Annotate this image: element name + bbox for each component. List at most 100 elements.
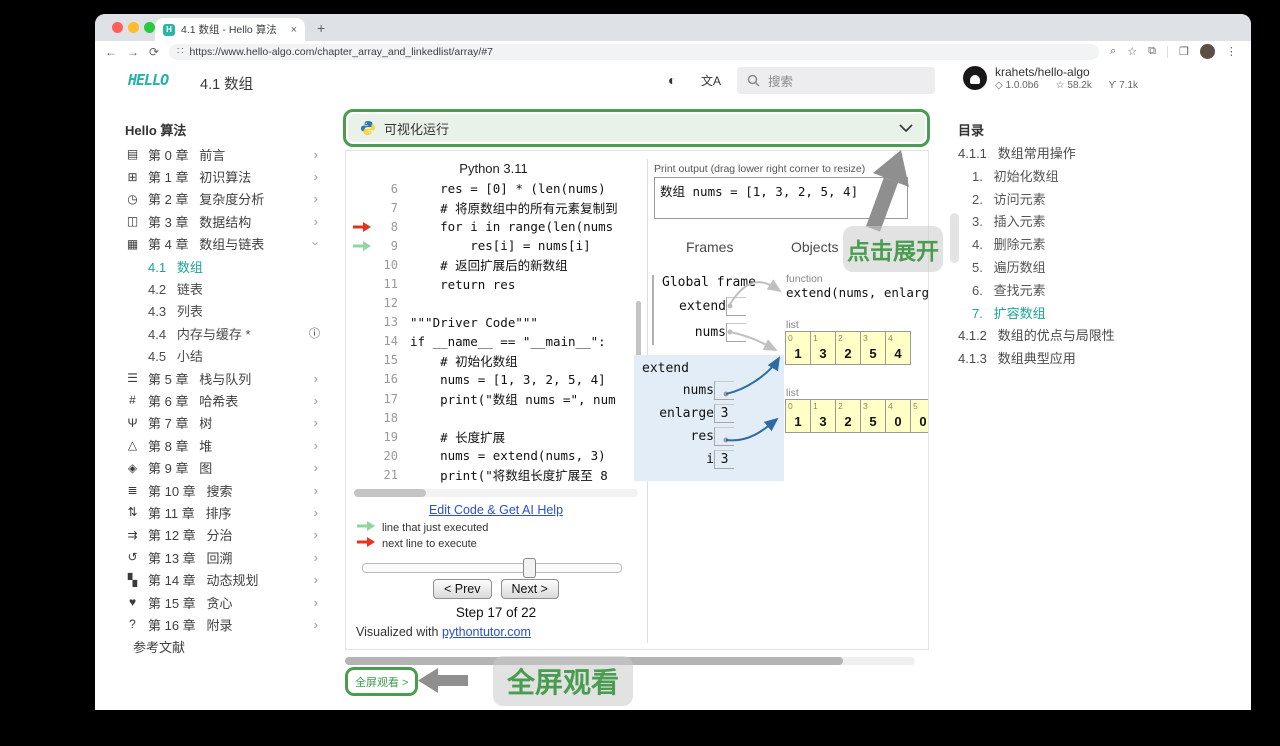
toc-item[interactable]: 4.1.1 数组常用操作 — [958, 143, 1238, 166]
reload-icon[interactable]: ⟳ — [149, 45, 159, 59]
chevron-right-icon[interactable]: › — [314, 438, 318, 453]
content-scrollbar[interactable] — [950, 213, 959, 263]
new-tab-button[interactable]: + — [317, 20, 325, 36]
chevron-right-icon[interactable]: › — [314, 371, 318, 386]
menu-dots-icon[interactable]: ⋮ — [1226, 45, 1237, 58]
code-text: nums = [1, 3, 2, 5, 4] — [410, 371, 606, 387]
translate-icon[interactable]: 文A — [701, 72, 721, 89]
chevron-right-icon[interactable]: › — [314, 191, 318, 206]
chevron-right-icon[interactable]: › — [314, 483, 318, 498]
chevron-right-icon[interactable]: › — [314, 572, 318, 587]
slider-thumb[interactable] — [523, 558, 536, 578]
chevron-right-icon[interactable]: › — [314, 169, 318, 184]
address-bar[interactable]: ∷ https://www.hello-algo.com/chapter_arr… — [169, 43, 1100, 60]
visual-run-header[interactable]: 可视化运行 — [348, 114, 925, 142]
step-slider[interactable] — [362, 558, 622, 578]
bookmark-star-icon[interactable]: ☆ — [1127, 45, 1137, 58]
toc-item[interactable]: 2. 访问元素 — [958, 189, 1238, 212]
sidebar-item-label: 第 7 章 树 — [148, 416, 213, 432]
toc-item[interactable]: 6. 查找元素 — [958, 280, 1238, 303]
sidebar-item[interactable]: ◫ 第 3 章 数据结构 › — [125, 210, 320, 232]
search-input[interactable]: 搜索 — [737, 67, 935, 94]
chevron-right-icon[interactable]: › — [314, 460, 318, 475]
toc-item[interactable]: 5. 遍历数组 — [958, 257, 1238, 280]
forward-icon[interactable]: → — [127, 45, 139, 59]
sidebar-subitem[interactable]: 4.3 列表 — [125, 300, 320, 322]
chevron-right-icon[interactable]: › — [314, 505, 318, 520]
sidebar-subitem[interactable]: 4.4 内存与缓存 * ⓘ — [125, 322, 320, 344]
profile-avatar[interactable] — [1199, 44, 1215, 59]
side-panel-icon[interactable]: ❐ — [1179, 45, 1189, 58]
sidebar-item[interactable]: ♥ 第 15 章 贪心 › — [125, 591, 320, 613]
minimize-window-button[interactable] — [128, 22, 139, 33]
sidebar-item[interactable]: ≣ 第 10 章 搜索 › — [125, 479, 320, 501]
toc-title: 目录 — [958, 123, 985, 138]
sidebar-subitem[interactable]: 4.5 小结 — [125, 345, 320, 367]
chevron-right-icon[interactable]: › — [314, 147, 318, 162]
sidebar-item[interactable]: ◷ 第 2 章 复杂度分析 › — [125, 188, 320, 210]
chevron-down-icon[interactable]: › — [308, 242, 323, 246]
sidebar-item[interactable]: # 第 6 章 哈希表 › — [125, 389, 320, 411]
chevron-right-icon[interactable]: › — [314, 527, 318, 542]
visualized-with: Visualized with pythontutor.com — [356, 625, 531, 639]
sidebar-item-label: 4.5 小结 — [148, 349, 203, 365]
browser-toolbar: ← → ⟳ ∷ https://www.hello-algo.com/chapt… — [95, 41, 1251, 62]
code-horizontal-scrollbar[interactable] — [354, 489, 638, 497]
toc-item[interactable]: 1. 初始化数组 — [958, 166, 1238, 189]
chevron-right-icon[interactable]: › — [314, 393, 318, 408]
close-window-button[interactable] — [112, 22, 123, 33]
sidebar-item[interactable]: △ 第 8 章 堆 › — [125, 434, 320, 456]
function-type-label: function — [786, 273, 823, 285]
github-repo-link[interactable]: krahets/hello-algo ◇ 1.0.0b6 ☆ 58.2k Ƴ 7… — [963, 65, 1152, 91]
sidebar-item[interactable]: ⇉ 第 12 章 分治 › — [125, 524, 320, 546]
next-button[interactable]: Next > — [500, 579, 559, 599]
close-tab-icon[interactable]: × — [291, 24, 297, 36]
chevron-right-icon[interactable]: › — [314, 550, 318, 565]
chevron-right-icon[interactable]: › — [314, 595, 318, 610]
sidebar-item[interactable]: ◈ 第 9 章 图 › — [125, 456, 320, 478]
chevron-down-icon[interactable] — [899, 124, 913, 132]
zoom-icon[interactable]: ⌕ — [1110, 45, 1116, 58]
toc-item[interactable]: 7. 扩容数组 — [958, 303, 1238, 326]
chevron-right-icon[interactable]: › — [314, 415, 318, 430]
sidebar-item[interactable]: ⇅ 第 11 章 排序 › — [125, 501, 320, 523]
edit-code-link[interactable]: Edit Code & Get AI Help — [346, 503, 646, 517]
sidebar-item[interactable]: ☰ 第 5 章 栈与队列 › — [125, 367, 320, 389]
toolbar-divider — [1166, 45, 1168, 58]
site-info-icon[interactable]: ∷ — [177, 46, 183, 57]
extensions-icon[interactable]: ⧉ — [1148, 45, 1156, 58]
chevron-right-icon[interactable]: › — [314, 617, 318, 632]
site-logo[interactable]: HELLO — [128, 71, 169, 89]
green-arrow-icon — [356, 521, 382, 534]
back-icon[interactable]: ← — [105, 45, 117, 59]
list-index: 4 — [888, 333, 893, 343]
toc-item[interactable]: 4. 删除元素 — [958, 234, 1238, 257]
red-arrow-icon — [356, 537, 382, 550]
line-number: 21 — [383, 467, 398, 482]
prev-button[interactable]: < Prev — [433, 579, 492, 599]
toc-item[interactable]: 4.1.2 数组的优点与局限性 — [958, 325, 1238, 348]
fullscreen-link[interactable]: 全屏观看 > — [345, 667, 419, 696]
toc-item[interactable]: 4.1.3 数组典型应用 — [958, 348, 1238, 371]
list-cell: 50 — [910, 399, 928, 433]
code-text: """Driver Code""" — [410, 314, 538, 330]
sidebar-item[interactable]: ▤ 第 0 章 前言 › — [125, 143, 320, 165]
maximize-window-button[interactable] — [144, 22, 155, 33]
sidebar-item[interactable]: ? 第 16 章 附录 › — [125, 613, 320, 635]
chevron-right-icon[interactable]: › — [314, 214, 318, 229]
toc-item[interactable]: 3. 插入元素 — [958, 211, 1238, 234]
sidebar-subitem[interactable]: 4.2 链表 — [125, 277, 320, 299]
sidebar-item[interactable]: ▦ 第 4 章 数组与链表 › — [125, 233, 324, 255]
sidebar-item[interactable]: ⊞ 第 1 章 初识算法 › — [125, 165, 320, 187]
sidebar-item[interactable]: ▚ 第 14 章 动态规划 › — [125, 568, 320, 590]
new-badge-icon: ⓘ — [309, 328, 320, 341]
sidebar-subitem[interactable]: 4.1 数组 — [125, 255, 320, 277]
pythontutor-link[interactable]: pythontutor.com — [442, 625, 531, 639]
theme-toggle-icon[interactable]: ◐ — [668, 72, 676, 88]
browser-tab[interactable]: H 4.1 数组 - Hello 算法 × — [155, 18, 305, 41]
fork-icon: Ƴ — [1108, 80, 1117, 91]
sidebar-item[interactable]: ↺ 第 13 章 回溯 › — [125, 546, 320, 568]
sidebar-item-references[interactable]: 参考文献 — [125, 636, 320, 658]
sidebar-item[interactable]: Ψ 第 7 章 树 › — [125, 412, 320, 434]
list-cell: 01 — [785, 331, 811, 365]
